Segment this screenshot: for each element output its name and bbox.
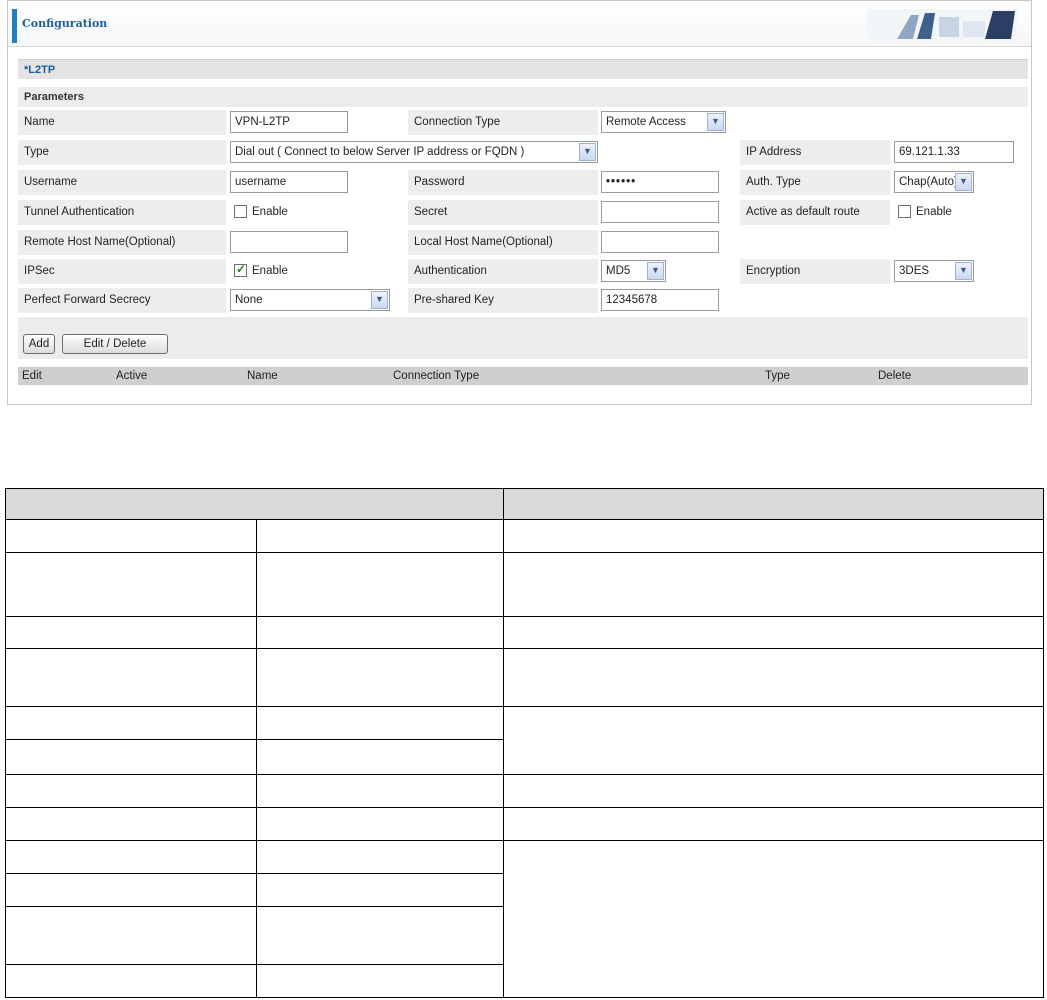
name-input[interactable]: [230, 111, 348, 133]
parameters-bar: Parameters: [18, 87, 1028, 107]
parameters-title: Parameters: [24, 91, 84, 103]
password-label: Password: [414, 176, 465, 188]
type-label: Type: [24, 146, 49, 158]
row-divider: [6, 906, 503, 907]
column-header: Name: [247, 370, 278, 382]
ipsec-label: IPSec: [24, 265, 55, 277]
local-host-label: Local Host Name(Optional): [414, 236, 553, 248]
encryption-label: Encryption: [746, 265, 801, 277]
remote-host-input[interactable]: [230, 231, 348, 253]
row-divider: [6, 616, 1043, 617]
tunnel-auth-label: Tunnel Authentication: [24, 206, 135, 218]
type-select[interactable]: Dial out ( Connect to below Server IP ad…: [230, 141, 598, 163]
l2tp-section-bar: *L2TP: [18, 59, 1028, 79]
row-divider: [6, 964, 503, 965]
secret-input[interactable]: [601, 201, 719, 223]
row-ipsec: IPSec Enable Authentication MD5 ▼ Encryp…: [18, 257, 1028, 287]
default-route-label: Active as default route: [746, 206, 860, 218]
row-divider: [6, 552, 1043, 553]
secret-label: Secret: [414, 206, 448, 218]
remote-host-label: Remote Host Name(Optional): [24, 236, 176, 248]
button-area: Add Edit / Delete: [18, 317, 1028, 359]
row-divider: [6, 648, 1043, 649]
type-value: Dial out ( Connect to below Server IP ad…: [235, 146, 525, 158]
chevron-down-icon[interactable]: ▼: [707, 113, 724, 131]
auth-type-select[interactable]: Chap(Auto) ▼: [894, 171, 974, 193]
encryption-select[interactable]: 3DES ▼: [894, 260, 974, 282]
connection-list-header: Edit Active Name Connection Type Type De…: [18, 367, 1028, 385]
add-button[interactable]: Add: [23, 334, 55, 354]
auth-type-label: Auth. Type: [746, 176, 801, 188]
psk-label: Pre-shared Key: [414, 294, 494, 306]
row-tunnel-auth: Tunnel Authentication Enable Secret Acti…: [18, 198, 1028, 228]
page-title: Configuration: [22, 17, 108, 30]
column-divider: [503, 489, 504, 997]
description-table: [5, 488, 1044, 998]
row-divider: [6, 807, 1043, 808]
pfs-select[interactable]: None ▼: [230, 289, 390, 311]
pfs-value: None: [235, 294, 263, 306]
column-divider: [256, 520, 257, 997]
ip-address-label: IP Address: [746, 146, 802, 158]
row-username: Username Password Auth. Type Chap(Auto) …: [18, 168, 1028, 198]
default-route-checkbox[interactable]: Enable: [898, 205, 978, 221]
row-type: Type Dial out ( Connect to below Server …: [18, 138, 1028, 168]
row-divider: [6, 774, 1043, 775]
name-label: Name: [24, 116, 55, 128]
chevron-down-icon[interactable]: ▼: [955, 262, 972, 280]
authentication-value: MD5: [606, 265, 631, 277]
column-header: Active: [116, 370, 148, 382]
l2tp-config-panel: Configuration *L2TP Parameters Name Conn…: [7, 0, 1032, 405]
auth-type-value: Chap(Auto): [899, 176, 958, 188]
table-header-row: [6, 489, 1043, 520]
default-route-enable-label: Enable: [916, 206, 952, 218]
tunnel-auth-checkbox[interactable]: Enable: [234, 205, 314, 221]
network-devices-banner-icon: [867, 9, 1017, 43]
connection-type-value: Remote Access: [606, 116, 686, 128]
config-header: Configuration: [8, 1, 1031, 47]
encryption-value: 3DES: [899, 265, 930, 277]
edit-delete-button[interactable]: Edit / Delete: [62, 334, 168, 354]
connection-type-label: Connection Type: [414, 116, 501, 128]
checkbox-icon[interactable]: [234, 205, 247, 218]
column-header: Delete: [878, 370, 912, 382]
authentication-label: Authentication: [414, 265, 487, 277]
ipsec-checkbox[interactable]: Enable: [234, 262, 314, 280]
section-title: *L2TP: [24, 64, 56, 76]
username-input[interactable]: [230, 171, 348, 193]
tunnel-auth-enable-label: Enable: [252, 206, 288, 218]
ipsec-enable-label: Enable: [252, 265, 288, 277]
ip-address-input[interactable]: [894, 141, 1014, 163]
column-header: Connection Type: [393, 370, 480, 382]
checkbox-checked-icon[interactable]: [234, 262, 247, 277]
local-host-input[interactable]: [601, 231, 719, 253]
chevron-down-icon[interactable]: ▼: [371, 291, 388, 309]
chevron-down-icon[interactable]: ▼: [579, 143, 596, 161]
username-label: Username: [24, 176, 78, 188]
password-input[interactable]: [601, 171, 719, 193]
column-header: Edit: [22, 370, 42, 382]
psk-input[interactable]: [601, 289, 719, 311]
column-header: Type: [765, 370, 790, 382]
label-cell: [18, 140, 226, 165]
chevron-down-icon[interactable]: ▼: [647, 262, 664, 280]
pfs-label: Perfect Forward Secrecy: [24, 294, 151, 306]
row-divider: [6, 840, 1043, 841]
header-accent-bar: [12, 9, 17, 43]
authentication-select[interactable]: MD5 ▼: [601, 260, 666, 282]
row-name: Name Connection Type Remote Access ▼: [18, 108, 1028, 138]
checkbox-icon[interactable]: [898, 205, 911, 218]
row-divider: [6, 873, 503, 874]
connection-type-select[interactable]: Remote Access ▼: [601, 111, 726, 133]
row-divider: [6, 706, 1043, 707]
row-divider: [6, 739, 503, 740]
row-host-names: Remote Host Name(Optional) Local Host Na…: [18, 228, 1028, 258]
chevron-down-icon[interactable]: ▼: [955, 173, 972, 191]
row-pfs: Perfect Forward Secrecy None ▼ Pre-share…: [18, 286, 1028, 316]
